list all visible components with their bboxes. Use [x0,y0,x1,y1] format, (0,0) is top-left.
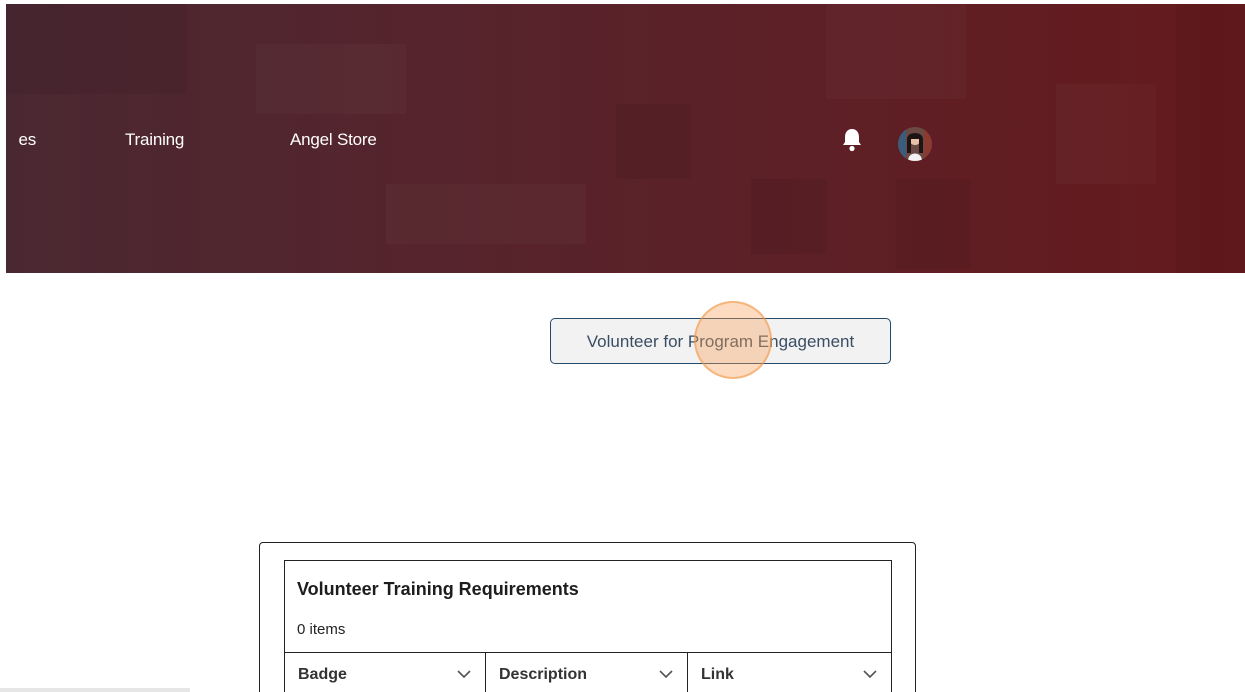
column-header-badge[interactable]: Badge [285,653,486,692]
bottom-scroll-strip [0,688,190,692]
table-title: Volunteer Training Requirements [297,579,579,599]
column-label: Description [499,666,588,683]
header-texture-tile [896,179,971,269]
chevron-down-icon[interactable] [863,669,877,679]
column-header-description[interactable]: Description [486,653,688,692]
header-texture-tile [1176,4,1245,273]
table-header-row: Badge Description Link [285,652,891,692]
column-header-link[interactable]: Link [688,653,891,692]
nav-item-truncated[interactable]: es [6,130,36,150]
volunteer-program-engagement-button[interactable]: Volunteer for Program Engagement [550,318,891,364]
site-header-banner: es Training Angel Store [6,4,1245,273]
training-requirements-table: Volunteer Training Requirements 0 items … [284,560,892,692]
chevron-down-icon[interactable] [659,669,673,679]
item-count: 0 items [297,621,346,638]
header-texture-tile [751,179,826,254]
header-texture-tile [6,4,186,94]
column-label: Link [701,666,734,683]
chevron-down-icon[interactable] [457,669,471,679]
header-texture-tile [616,104,691,179]
header-texture-tile [386,184,586,244]
bell-icon[interactable] [840,127,864,153]
header-texture-tile [1056,84,1156,184]
column-label: Badge [298,666,347,683]
header-texture-tile [256,44,406,114]
user-avatar[interactable] [898,127,932,161]
nav-item-angel-store[interactable]: Angel Store [290,130,377,150]
header-texture-tile [826,4,966,99]
nav-item-training[interactable]: Training [125,130,184,150]
